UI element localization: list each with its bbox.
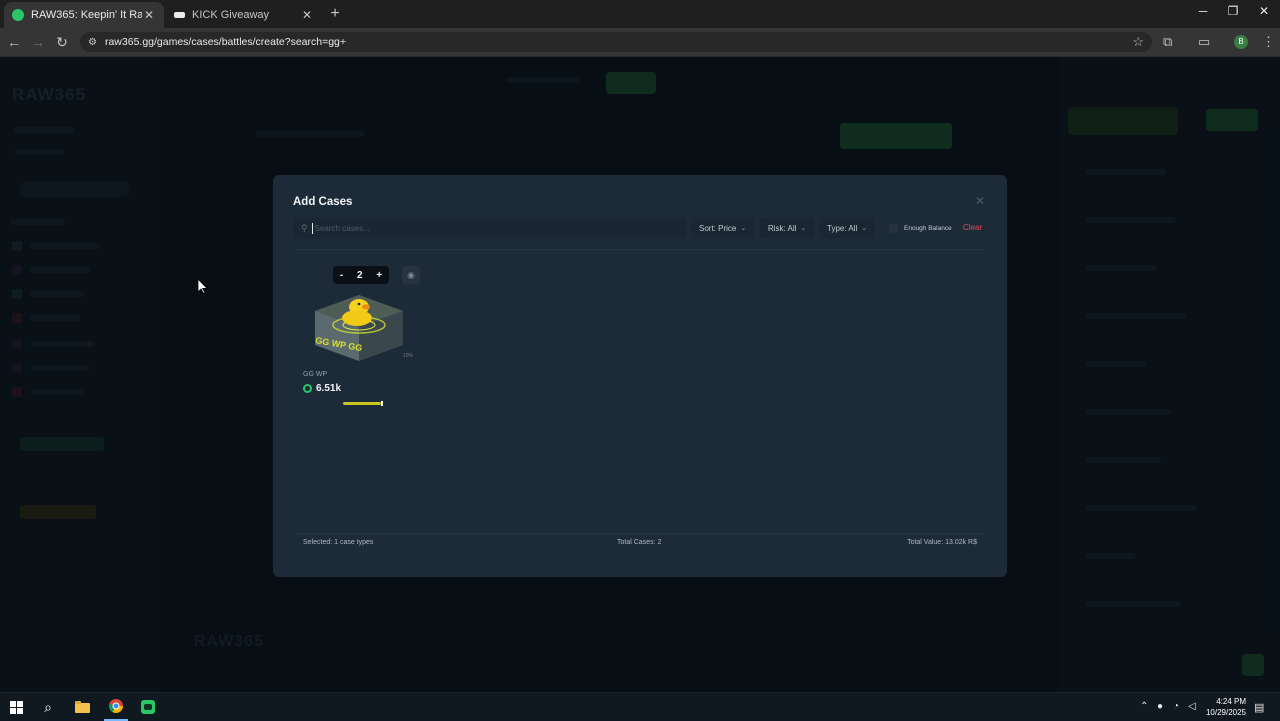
browser-tab-bar: RAW365: Keepin' It Raw ✕ KICK Giveaway ✕… (0, 0, 1280, 28)
address-bar[interactable]: ⚙ raw365.gg/games/cases/battles/create?s… (80, 32, 1152, 52)
file-explorer-icon[interactable] (70, 693, 94, 721)
preview-eye-icon[interactable]: ◉ (402, 266, 420, 284)
profile-avatar[interactable]: B (1234, 35, 1248, 49)
chevron-down-icon: ⌄ (800, 225, 807, 232)
increment-button[interactable]: + (376, 270, 382, 281)
tab-raw365[interactable]: RAW365: Keepin' It Raw ✕ (4, 2, 164, 28)
close-tab-icon[interactable]: ✕ (142, 8, 156, 22)
network-icon[interactable]: ◔ (1173, 701, 1179, 712)
selected-count: Selected: 1 case types (303, 539, 374, 546)
tab-title: RAW365: Keepin' It Raw (31, 9, 142, 21)
divider (293, 249, 987, 250)
minimize-icon[interactable]: ─ (1193, 4, 1213, 18)
window-close-icon[interactable]: ✕ (1254, 4, 1274, 18)
total-cases: Total Cases: 2 (617, 539, 662, 546)
forward-icon[interactable]: → (30, 34, 46, 50)
case-price: 6.51k (303, 383, 341, 394)
enough-balance-label: Enough Balance (904, 224, 952, 232)
raw365-favicon-icon (12, 9, 24, 21)
risk-dropdown[interactable]: Risk: All ⌄ (760, 217, 815, 239)
search-icon: ⚲ (301, 222, 308, 233)
search-input[interactable] (314, 223, 655, 233)
search-icon[interactable]: ⌕ (36, 693, 60, 721)
mouse-cursor (197, 278, 208, 299)
case-image: GG WP GG 10% (313, 285, 413, 363)
microphone-icon[interactable]: ● (1157, 701, 1163, 712)
tray-overflow-icon[interactable]: ⌃ (1140, 701, 1148, 712)
modal-title: Add Cases (293, 196, 353, 208)
url-text: raw365.gg/games/cases/battles/create?sea… (104, 36, 347, 48)
decrement-button[interactable]: - (340, 270, 343, 281)
app-taskbar-icon[interactable] (136, 693, 160, 721)
sort-label: Sort: Price (699, 223, 737, 233)
volume-icon[interactable]: ◁ (1188, 701, 1196, 712)
case-value-bar-marker (381, 401, 383, 406)
coin-icon (303, 384, 312, 393)
modal-close-icon[interactable]: ✕ (975, 194, 985, 208)
quantity-value: 2 (356, 269, 363, 281)
close-tab-icon[interactable]: ✕ (300, 8, 314, 22)
case-card[interactable]: - 2 + ◉ GG WP GG 10% GG WP 6.51k (297, 261, 421, 406)
media-icon[interactable]: ▭ (1198, 34, 1210, 50)
enough-balance-checkbox[interactable] (889, 223, 898, 233)
text-caret (311, 222, 313, 234)
case-name: GG WP (303, 371, 328, 378)
back-icon[interactable]: ← (6, 34, 22, 50)
chrome-taskbar-icon[interactable] (104, 693, 128, 721)
clock-date: 10/29/2025 (1205, 708, 1246, 717)
case-value-bar (297, 401, 421, 406)
case-odds-label: 10% (402, 353, 413, 359)
taskbar: ⌕ ⌃ ● ◔ ◁ 4:24 PM 10/29/2025 ▤ (0, 692, 1280, 721)
tab-kick-giveaway[interactable]: KICK Giveaway ✕ (166, 2, 322, 28)
chevron-down-icon: ⌄ (861, 225, 868, 232)
reload-icon[interactable]: ↻ (54, 34, 70, 51)
menu-icon[interactable]: ⋮ (1262, 34, 1275, 50)
windows-start-icon[interactable] (4, 693, 28, 721)
quantity-stepper: - 2 + (333, 266, 389, 284)
clock-time: 4:24 PM (1216, 697, 1246, 706)
chevron-down-icon: ⌄ (740, 225, 747, 232)
case-price-value: 6.51k (316, 383, 342, 394)
site-info-icon[interactable]: ⚙ (88, 37, 97, 48)
kick-favicon-icon (174, 12, 185, 18)
sort-dropdown[interactable]: Sort: Price ⌄ (691, 217, 755, 239)
enough-balance-toggle[interactable]: Enough Balance (889, 217, 952, 239)
tab-title: KICK Giveaway (192, 9, 270, 21)
new-tab-icon[interactable]: + (327, 5, 343, 23)
case-value-bar-fill (343, 402, 381, 405)
type-label: Type: All (827, 223, 858, 233)
risk-label: Risk: All (768, 223, 797, 233)
bookmark-star-icon[interactable]: ☆ (1132, 34, 1144, 50)
total-value: Total Value: 13.02k R$ (907, 539, 977, 546)
type-dropdown[interactable]: Type: All ⌄ (819, 217, 876, 239)
extensions-icon[interactable]: ⧉ (1163, 34, 1172, 50)
clear-filters-button[interactable]: Clear (963, 223, 982, 232)
restore-icon[interactable]: ❐ (1223, 4, 1243, 18)
notifications-icon[interactable]: ▤ (1254, 701, 1264, 714)
add-cases-modal: Add Cases ✕ ⚲ Sort: Price ⌄ Risk: All ⌄ … (273, 175, 1007, 577)
search-field[interactable]: ⚲ (293, 217, 687, 239)
divider (293, 533, 987, 534)
page-viewport: RAW365 RAW365 Add Cases ✕ ⚲ Search cases… (0, 57, 1280, 692)
system-clock[interactable]: 4:24 PM 10/29/2025 (1196, 696, 1246, 718)
